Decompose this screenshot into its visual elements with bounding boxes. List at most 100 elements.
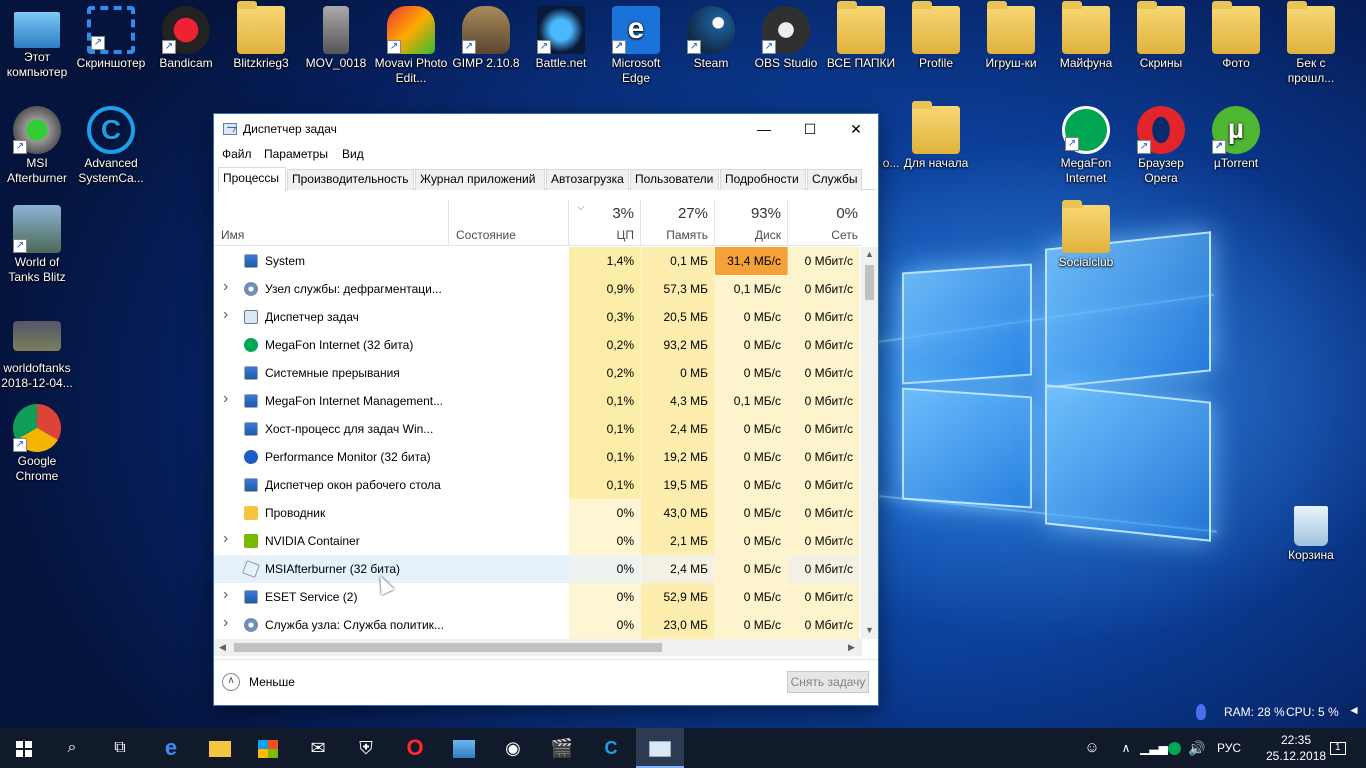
expand-chevron-icon[interactable]: › — [223, 278, 228, 296]
taskbar-wot[interactable]: ⛨ — [342, 728, 390, 768]
column-memory[interactable]: 27% Память — [641, 200, 715, 246]
end-task-button[interactable]: Снять задачу — [787, 671, 869, 693]
desktop-icon[interactable]: Для начала — [899, 101, 973, 171]
table-row[interactable]: › Служба узла: Служба политик... 0% 23,0 МБ… — [214, 611, 860, 639]
desktop-icon[interactable]: e ↗ Microsoft Edge — [599, 6, 673, 86]
taskbar-edge[interactable]: e — [147, 728, 195, 768]
scroll-right-icon[interactable]: ▶ — [848, 642, 855, 653]
volume-icon[interactable]: 🔊 — [1186, 728, 1208, 768]
table-row[interactable]: System 1,4% 0,1 МБ 31,4 МБ/с 0 Мбит/с — [214, 247, 860, 275]
network-signal-icon[interactable]: ▁▃▅ — [1140, 728, 1168, 768]
taskbar-video-editor[interactable]: 🎬 — [538, 728, 586, 768]
taskbar-store[interactable] — [244, 728, 292, 768]
task-view-button[interactable]: ⧉ — [96, 728, 144, 768]
tab-app-history[interactable]: Журнал приложений — [415, 169, 545, 190]
desktop-icon[interactable]: ↗ Браузер Opera — [1124, 106, 1198, 186]
column-network[interactable]: 0% Сеть — [788, 200, 862, 246]
column-status[interactable]: Состояние — [449, 200, 569, 246]
language-indicator[interactable]: РУС — [1212, 728, 1246, 768]
scroll-left-icon[interactable]: ◀ — [219, 642, 226, 653]
desktop-icon[interactable]: ↗ MSI Afterburner — [0, 106, 74, 186]
fewer-details-link[interactable]: Меньше — [249, 675, 295, 689]
column-name[interactable]: Имя — [214, 200, 449, 246]
taskbar-explorer[interactable] — [196, 728, 244, 768]
desktop-icon[interactable]: Фото — [1199, 1, 1273, 71]
start-button[interactable] — [0, 728, 48, 768]
desktop-icon[interactable]: Socialclub — [1049, 200, 1123, 270]
taskbar-opera[interactable]: O — [391, 728, 439, 768]
desktop-icon[interactable]: ↗ Скриншотер — [74, 6, 148, 71]
megafon-tray-icon[interactable] — [1164, 728, 1184, 768]
desktop-icon[interactable]: ↗ GIMP 2.10.8 — [449, 6, 523, 71]
desktop-icon[interactable]: Игруш-ки — [974, 1, 1048, 71]
desktop-icon[interactable]: worldoftanks 2018-12-04... — [0, 317, 74, 391]
taskbar-obs[interactable]: ◉ — [489, 728, 537, 768]
scroll-up-icon[interactable]: ▲ — [865, 249, 874, 259]
people-icon[interactable]: ☺ — [1080, 728, 1104, 768]
scroll-down-icon[interactable]: ▼ — [865, 625, 874, 635]
task-manager-window[interactable]: Диспетчер задач — ☐ ✕ Файл Параметры Вид… — [213, 113, 879, 706]
tab-processes[interactable]: Процессы — [218, 167, 286, 191]
minimize-button[interactable]: — — [741, 114, 787, 144]
tab-startup[interactable]: Автозагрузка — [546, 169, 629, 190]
desktop-icon[interactable]: ↗ Steam — [674, 6, 748, 71]
tab-performance[interactable]: Производительность — [287, 169, 414, 190]
table-row[interactable]: › MegaFon Internet Management... 0,1% 4,3 М… — [214, 387, 860, 415]
clock[interactable]: 22:35 25.12.2018 — [1266, 732, 1326, 764]
taskbar-taskmgr[interactable] — [636, 728, 684, 768]
taskbar-mail[interactable]: ✉ — [294, 728, 342, 768]
desktop-icon[interactable]: C Advanced SystemCa... — [74, 106, 148, 186]
desktop-icon[interactable]: Скрины — [1124, 1, 1198, 71]
desktop-icon[interactable]: ↗ Battle.net — [524, 6, 598, 71]
desktop-icon[interactable]: ↗ Google Chrome — [0, 404, 74, 484]
menu-file[interactable]: Файл — [222, 147, 252, 161]
desktop-icon[interactable]: ↗ World of Tanks Blitz — [0, 205, 74, 285]
desktop-icon[interactable]: Бек с прошл... — [1274, 1, 1348, 86]
table-row[interactable]: › Диспетчер задач 0,3% 20,5 МБ 0 МБ/с 0 Мбит/… — [214, 303, 860, 331]
vertical-scrollbar[interactable]: ▲ ▼ — [861, 247, 878, 639]
column-cpu[interactable]: ⌵ 3% ЦП — [569, 200, 641, 246]
desktop-icon[interactable]: ↗ OBS Studio — [749, 6, 823, 71]
chevron-up-icon[interactable]: ∧ — [1116, 728, 1136, 768]
close-button[interactable]: ✕ — [833, 114, 879, 144]
desktop-icon[interactable]: MOV_0018 — [299, 6, 373, 71]
desktop-icon[interactable]: Этот компьютер — [0, 6, 74, 80]
table-row[interactable]: Хост-процесс для задач Win... 0,1% 2,4 МБ 0… — [214, 415, 860, 443]
menu-view[interactable]: Вид — [342, 147, 364, 161]
desktop-icon[interactable]: Майфуна — [1049, 1, 1123, 71]
desktop-icon[interactable]: ВСЕ ПАПКИ — [824, 1, 898, 71]
desktop-icon[interactable]: Blitzkrieg3 — [224, 1, 298, 71]
chevron-up-icon[interactable]: ∧ — [222, 673, 240, 691]
maximize-button[interactable]: ☐ — [787, 114, 833, 144]
table-row[interactable]: Диспетчер окон рабочего стола 0,1% 19,5 МБ… — [214, 471, 860, 499]
scroll-thumb[interactable] — [234, 643, 662, 652]
table-row[interactable]: MSIAfterburner (32 бита) 0% 2,4 МБ 0 МБ/с 0 … — [214, 555, 860, 583]
tab-users[interactable]: Пользователи — [630, 169, 719, 190]
search-button[interactable]: ⌕ — [48, 728, 96, 768]
desktop-icon[interactable]: µ ↗ µTorrent — [1199, 106, 1273, 171]
taskbar-control-panel[interactable] — [440, 728, 488, 768]
desktop-icon[interactable]: ↗ Movavi Photo Edit... — [374, 6, 448, 86]
tab-services[interactable]: Службы — [807, 169, 862, 190]
expand-chevron-icon[interactable]: › — [223, 614, 228, 632]
taskbar-advanced-systemcare[interactable]: C — [587, 728, 635, 768]
desktop-icon[interactable]: ↗ MegaFon Internet — [1049, 106, 1123, 186]
column-disk[interactable]: 93% Диск — [715, 200, 788, 246]
table-row[interactable]: Проводник 0% 43,0 МБ 0 МБ/с 0 Мбит/с — [214, 499, 860, 527]
notifications-button[interactable]: 1 — [1320, 728, 1356, 768]
expand-chevron-icon[interactable]: › — [223, 530, 228, 548]
scroll-thumb[interactable] — [865, 265, 874, 300]
tab-details[interactable]: Подробности — [720, 169, 806, 190]
table-row[interactable]: MegaFon Internet (32 бита) 0,2% 93,2 МБ 0 М… — [214, 331, 860, 359]
table-row[interactable]: › NVIDIA Container 0% 2,1 МБ 0 МБ/с 0 Мбит/с — [214, 527, 860, 555]
desktop-icon[interactable]: ↗ Bandicam — [149, 6, 223, 71]
horizontal-scrollbar[interactable]: ◀ ▶ — [214, 639, 862, 656]
table-row[interactable]: › Узел службы: дефрагментаци... 0,9% 57,3 М… — [214, 275, 860, 303]
table-row[interactable]: Системные прерывания 0,2% 0 МБ 0 МБ/с 0 Мбит… — [214, 359, 860, 387]
expand-chevron-icon[interactable]: › — [223, 306, 228, 324]
expand-chevron-icon[interactable]: › — [223, 390, 228, 408]
table-row[interactable]: › ESET Service (2) 0% 52,9 МБ 0 МБ/с 0 Мбит/с — [214, 583, 860, 611]
title-bar[interactable]: Диспетчер задач — ☐ ✕ — [214, 114, 878, 144]
overlay-arrow-icon[interactable]: ◄ — [1348, 703, 1360, 717]
menu-options[interactable]: Параметры — [264, 147, 328, 161]
